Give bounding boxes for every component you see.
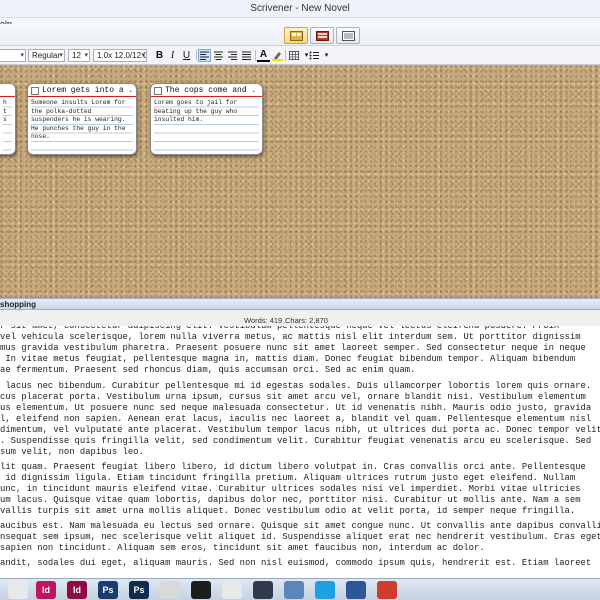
justify-button[interactable] xyxy=(240,49,253,62)
editor-paragraph[interactable]: lit quam. Praesent feugiat libero libero… xyxy=(0,462,600,517)
editor-paragraph[interactable]: r sit amet, consectetur adipiscing elit.… xyxy=(0,326,600,376)
align-right-button[interactable] xyxy=(226,49,239,62)
char-count: Chars: 2,870 xyxy=(285,316,328,325)
card-synopsis[interactable]: Lorem goes to jail for beating up the gu… xyxy=(154,99,259,152)
word-count-bar: Words: 419 Chars: 2,870 xyxy=(0,316,600,326)
window-title: Scrivener - New Novel xyxy=(250,3,350,14)
document-title: shopping xyxy=(0,300,36,309)
highlight-button[interactable] xyxy=(271,49,284,62)
editor-paragraph[interactable]: lacus nec bibendum. Curabitur pellentesq… xyxy=(0,381,600,458)
align-right-icon xyxy=(228,51,237,60)
align-center-button[interactable] xyxy=(212,49,225,62)
outline-icon xyxy=(316,31,329,41)
toolbar-separator xyxy=(196,50,197,61)
card-checkbox-icon[interactable] xyxy=(154,87,162,95)
editor-paragraph[interactable]: aucibus est. Nam malesuada eu lectus sed… xyxy=(0,521,600,554)
scrivenings-view-button[interactable] xyxy=(336,27,360,44)
line-spacing-select[interactable]: 1.0x 12.0/12.0 ▾ xyxy=(93,49,147,62)
bullet-list-icon xyxy=(309,51,319,60)
index-card[interactable]: Lorem gets into a ... Someone insults Lo… xyxy=(27,83,137,155)
align-left-button[interactable] xyxy=(198,49,211,62)
card-header: Lorem gets into a ... xyxy=(28,84,136,97)
photoshop-app-2-icon[interactable]: Ps xyxy=(129,581,149,599)
underline-button[interactable]: U xyxy=(180,49,193,62)
chrome-app-icon[interactable] xyxy=(160,581,180,599)
skype-app-icon[interactable] xyxy=(315,581,335,599)
outline-view-button[interactable] xyxy=(310,27,334,44)
title-bar: Scrivener - New Novel xyxy=(0,0,600,18)
card-synopsis[interactable]: h t s xyxy=(3,99,12,152)
index-card[interactable]: h t s xyxy=(0,83,16,155)
table-icon xyxy=(289,51,299,60)
font-style-select[interactable]: Regular ▾ xyxy=(28,49,65,62)
card-title[interactable]: The cops come and ... xyxy=(165,86,258,95)
index-card[interactable]: The cops come and ... Lorem goes to jail… xyxy=(150,83,263,155)
corkboard-view-button[interactable] xyxy=(284,27,308,44)
format-bar: ▾ Regular ▾ 12 ▾ 1.0x 12.0/12.0 ▾ B I U A ▾… xyxy=(0,46,600,65)
card-title[interactable]: Lorem gets into a ... xyxy=(42,86,132,95)
text-color-button[interactable]: A xyxy=(257,49,270,62)
corkboard[interactable]: h t s Lorem gets into a ... Someone insu… xyxy=(0,65,600,298)
list-dropdown-arrow[interactable]: ▾ xyxy=(320,49,333,62)
justify-icon xyxy=(242,51,251,60)
taskbar-app-icon[interactable] xyxy=(8,581,28,599)
text-editor[interactable]: r sit amet, consectetur adipiscing elit.… xyxy=(0,326,600,578)
italic-button[interactable]: I xyxy=(166,49,179,62)
align-left-icon xyxy=(200,51,209,60)
terminal-app-icon[interactable] xyxy=(191,581,211,599)
card-synopsis[interactable]: Someone insults Lorem for the polka-dott… xyxy=(31,99,133,152)
card-checkbox-icon[interactable] xyxy=(31,87,39,95)
card-header: The cops come and ... xyxy=(151,84,262,97)
taskbar: Id Id Ps Ps xyxy=(0,578,600,600)
editor-paragraph[interactable]: andit, sodales dui eget, aliquam mauris.… xyxy=(0,558,600,569)
main-toolbar xyxy=(0,24,600,46)
explorer-app-icon[interactable] xyxy=(284,581,304,599)
font-family-select[interactable]: ▾ xyxy=(0,49,26,62)
toolbar-separator xyxy=(255,50,256,61)
ladybug-app-icon[interactable] xyxy=(377,581,397,599)
yinyang-app-icon[interactable] xyxy=(222,581,242,599)
bold-button[interactable]: B xyxy=(153,49,166,62)
corkboard-icon xyxy=(290,31,303,41)
font-size-select[interactable]: 12 ▾ xyxy=(68,49,90,62)
card-header xyxy=(0,84,15,97)
photoshop-app-icon[interactable]: Ps xyxy=(98,581,118,599)
indesign-app-2-icon[interactable]: Id xyxy=(67,581,87,599)
toolbar-separator xyxy=(285,50,286,61)
scrivener-app-icon[interactable] xyxy=(253,581,273,599)
highlighter-icon xyxy=(272,52,283,61)
word-app-icon[interactable] xyxy=(346,581,366,599)
document-stack-icon xyxy=(342,31,355,41)
align-center-icon xyxy=(214,51,223,60)
word-count: Words: 419 xyxy=(244,316,283,325)
indesign-app-icon[interactable]: Id xyxy=(36,581,56,599)
editor-header-bar[interactable]: shopping xyxy=(0,298,600,310)
